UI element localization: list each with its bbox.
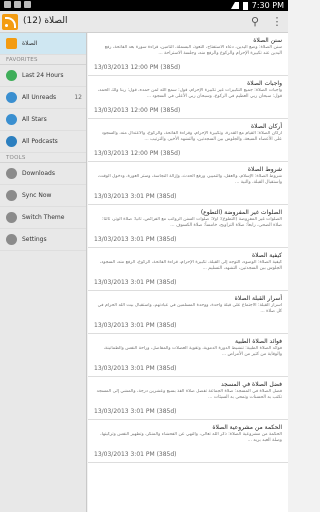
article-item[interactable]: كيفية الصلاة كيفية الصلاة: الوضوء، التوج…: [88, 248, 288, 291]
article-snippet: سنن الصلاة: وضع اليدين، دعاء الاستفتاح، …: [104, 45, 282, 56]
article-item[interactable]: واجبات الصلاة واجبات الصلاة: جميع التكبي…: [88, 76, 288, 119]
drawer-item-all-unreads[interactable]: All Unreads 12: [0, 87, 86, 109]
article-title: واجبات الصلاة: [247, 80, 282, 87]
sync-icon: [6, 190, 17, 201]
article-title: فضل الصلاة في المسجد: [221, 381, 282, 388]
theme-icon: [6, 212, 17, 223]
article-item[interactable]: سنن الصلاة سنن الصلاة: وضع اليدين، دعاء …: [88, 33, 288, 76]
tools-header: TOOLS: [0, 153, 86, 163]
page-title: الصلاة (12): [23, 16, 68, 26]
rss-icon: [6, 38, 17, 49]
drawer-item-label: Sync Now: [22, 192, 52, 199]
notification-icons: [4, 1, 31, 8]
article-date: 13/03/2013 3:01 PM (385d): [94, 451, 177, 458]
signal-icon: [230, 2, 239, 9]
clock-icon: [6, 70, 17, 81]
article-item[interactable]: أركان الصلاة أركان الصلاة: القيام مع الق…: [88, 119, 288, 162]
article-snippet: أسرار القبلة: الاجتماع على قبلة واحدة، و…: [97, 303, 282, 314]
rss-icon[interactable]: [2, 14, 18, 30]
notification-icon: [14, 1, 21, 8]
article-date: 13/03/2013 3:01 PM (385d): [94, 279, 177, 286]
status-bar: 7:30 PM: [0, 0, 288, 11]
article-snippet: شروط الصلاة: الإسلام، والعقل، والتمييز، …: [97, 174, 282, 185]
battery-icon: [242, 1, 248, 10]
clock: 7:30 PM: [251, 1, 284, 10]
search-icon[interactable]: ⚲: [248, 15, 262, 29]
drawer-item-all-stars[interactable]: All Stars: [0, 109, 86, 131]
article-snippet: فوائد الصلاة الطبية: تنشيط الدورة الدموي…: [103, 346, 282, 357]
notification-icon: [24, 1, 31, 8]
navigation-drawer: الصلاة FAVORITES Last 24 Hours All Unrea…: [0, 33, 87, 512]
article-date: 13/03/2013 12:00 PM (385d): [94, 150, 181, 157]
article-item[interactable]: الصلوات غير المفروضة (التطوع) الصلوات غي…: [88, 205, 288, 248]
star-icon: [6, 114, 17, 125]
drawer-item-all-podcasts[interactable]: All Podcasts: [0, 131, 86, 153]
action-bar: الصلاة (12) ⚲ ⋮: [0, 11, 288, 33]
article-title: أركان الصلاة: [251, 123, 282, 130]
article-title: الصلوات غير المفروضة (التطوع): [200, 209, 282, 216]
article-snippet: واجبات الصلاة: جميع التكبيرات غير تكبيرة…: [97, 88, 282, 99]
article-date: 13/03/2013 3:01 PM (385d): [94, 365, 177, 372]
drawer-item-sync-now[interactable]: Sync Now: [0, 185, 86, 207]
drawer-item-label: All Stars: [22, 116, 47, 123]
drawer-item-settings[interactable]: Settings: [0, 229, 86, 251]
article-item[interactable]: أسرار القبلة الصلاة أسرار القبلة: الاجتم…: [88, 291, 288, 334]
article-snippet: أركان الصلاة: القيام مع القدرة، وتكبيرة …: [101, 131, 282, 142]
article-title: الحكمة من مشروعية الصلاة: [212, 424, 282, 431]
article-title: كيفية الصلاة: [251, 252, 282, 259]
article-date: 13/03/2013 3:01 PM (385d): [94, 408, 177, 415]
drawer-item-label: All Unreads: [22, 94, 57, 101]
drawer-item-label: Settings: [22, 236, 47, 243]
article-item[interactable]: شروط الصلاة شروط الصلاة: الإسلام، والعقل…: [88, 162, 288, 205]
unread-icon: [6, 92, 17, 103]
article-date: 13/03/2013 3:01 PM (385d): [94, 322, 177, 329]
article-date: 13/03/2013 3:01 PM (385d): [94, 236, 177, 243]
notification-icon: [4, 1, 11, 8]
drawer-item-selected-feed[interactable]: الصلاة: [0, 33, 86, 55]
drawer-item-last-24-hours[interactable]: Last 24 Hours: [0, 65, 86, 87]
drawer-item-switch-theme[interactable]: Switch Theme: [0, 207, 86, 229]
article-title: شروط الصلاة: [247, 166, 282, 173]
article-date: 13/03/2013 12:00 PM (385d): [94, 64, 181, 71]
article-snippet: فضل الصلاة في المسجد: صلاة الجماعة تفضل …: [96, 389, 282, 400]
download-icon: [6, 168, 17, 179]
drawer-item-label: Downloads: [22, 170, 55, 177]
article-date: 13/03/2013 12:00 PM (385d): [94, 107, 181, 114]
article-item[interactable]: الحكمة من مشروعية الصلاة الحكمة من مشروع…: [88, 420, 288, 463]
drawer-item-downloads[interactable]: Downloads: [0, 163, 86, 185]
article-title: سنن الصلاة: [253, 37, 282, 44]
article-date: 13/03/2013 3:01 PM (385d): [94, 193, 177, 200]
podcast-icon: [6, 136, 17, 147]
drawer-item-label: Last 24 Hours: [22, 72, 64, 79]
drawer-item-label: الصلاة: [22, 40, 38, 47]
unread-count: 12: [74, 94, 82, 101]
article-snippet: كيفية الصلاة: الوضوء، التوجه إلى القبلة،…: [99, 260, 282, 271]
drawer-item-label: All Podcasts: [22, 138, 58, 145]
article-snippet: الصلوات غير المفروضة (التطوع): أولاً: صل…: [102, 217, 282, 228]
overflow-menu-icon[interactable]: ⋮: [270, 15, 284, 29]
article-item[interactable]: فضل الصلاة في المسجد فضل الصلاة في المسج…: [88, 377, 288, 420]
drawer-item-label: Switch Theme: [22, 214, 65, 221]
gear-icon: [6, 234, 17, 245]
article-list: سنن الصلاة سنن الصلاة: وضع اليدين، دعاء …: [88, 33, 288, 512]
article-item[interactable]: فوائد الصلاة الطبية فوائد الصلاة الطبية:…: [88, 334, 288, 377]
article-title: أسرار القبلة الصلاة: [234, 295, 282, 302]
favorites-header: FAVORITES: [0, 55, 86, 65]
article-snippet: الحكمة من مشروعية الصلاة: ذكر الله تعالى…: [100, 432, 282, 443]
article-title: فوائد الصلاة الطبية: [235, 338, 282, 345]
